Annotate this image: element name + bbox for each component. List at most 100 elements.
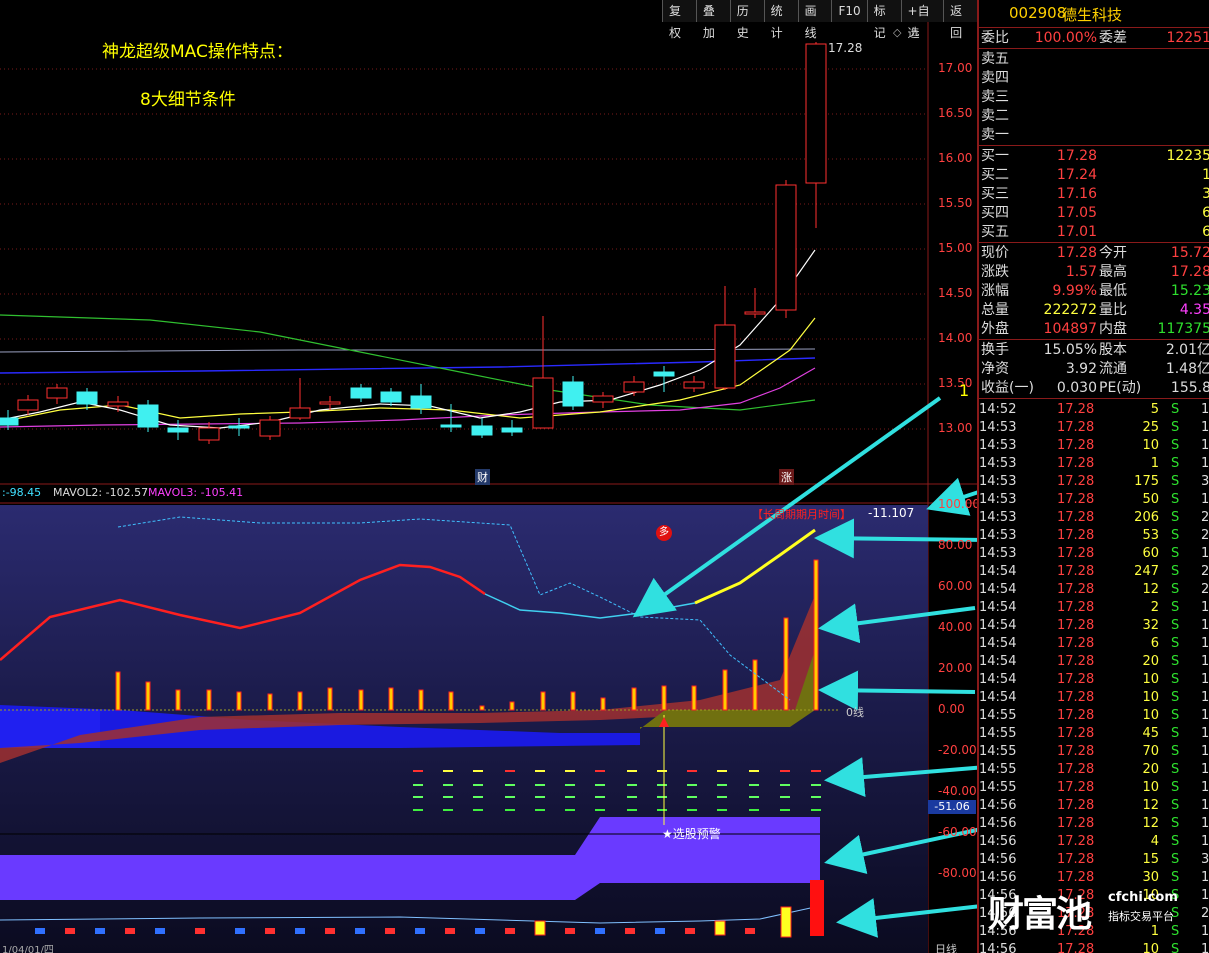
toolbar-history-button[interactable]: 历史	[729, 0, 764, 40]
period-label[interactable]: 日线	[935, 941, 957, 953]
toolbar-mark-button[interactable]: 标记	[866, 0, 901, 40]
price-axis-tick: 14.50	[938, 286, 973, 300]
stat-label: 总量	[981, 302, 1009, 318]
stat-value: 9.99%	[1052, 283, 1097, 299]
toolbar-add-watchlist-button[interactable]: +自选	[900, 0, 944, 40]
tick-time: 14:54	[979, 564, 1017, 579]
stat-value: 104897	[1043, 321, 1097, 337]
finance-marker[interactable]: 财	[475, 469, 490, 485]
toolbar-fuquan-button[interactable]: 复权	[662, 0, 696, 40]
fundamental-row: 换手 15.05% 股本 2.01亿	[981, 341, 1209, 360]
stat-value-2: 117375	[1157, 321, 1209, 337]
fundamental-value-2: 155.8	[1170, 380, 1209, 396]
tick-time: 14:52	[979, 402, 1017, 417]
buy-level-volume: 12235	[1166, 148, 1209, 164]
tick-row: 14:55 17.28 20 S 1	[979, 761, 1209, 779]
tick-time: 14:55	[979, 762, 1017, 777]
toolbar-overlay-button[interactable]: 叠加	[695, 0, 730, 40]
limit-up-marker[interactable]: 涨	[779, 469, 794, 485]
quote-stat-row: 涨幅 9.99% 最低 15.23	[981, 282, 1209, 301]
stat-value-2: 15.23	[1170, 283, 1209, 299]
tick-time: 14:53	[979, 492, 1017, 507]
tick-side: S	[1171, 492, 1180, 507]
toolbar-draw-line-button[interactable]: 画线	[797, 0, 832, 40]
chart-toolbar: 复权 叠加 历史 统计 画线 F10 标记 +自选 返回	[662, 0, 977, 40]
quote-stat-row: 现价 17.28 今开 15.72	[981, 244, 1209, 263]
mavol3-label: MAVOL3: -105.41	[148, 486, 244, 499]
tick-time: 14:56	[979, 834, 1017, 849]
indicator-axis-tick: -80.00	[938, 866, 977, 880]
tick-count: 2	[1201, 564, 1209, 579]
price-axis-tick: 17.00	[938, 61, 973, 75]
toolbar-back-button[interactable]: 返回	[943, 0, 977, 40]
stat-label-2: 今开	[1099, 245, 1127, 261]
tick-volume: 175	[1134, 474, 1159, 489]
indicator-axis-tick: 80.00	[938, 538, 973, 552]
toolbar-f10-button[interactable]: F10	[831, 0, 867, 22]
buy-level-label: 买二	[981, 167, 1009, 183]
tick-side: S	[1171, 672, 1180, 687]
stat-label-2: 内盘	[1099, 321, 1127, 337]
tick-price: 17.28	[1057, 564, 1095, 579]
stat-value: 17.28	[1056, 245, 1097, 261]
tick-price: 17.28	[1057, 690, 1095, 705]
price-axis-tick: 15.00	[938, 241, 973, 255]
tick-volume: 45	[1142, 726, 1159, 741]
tick-count: 1	[1201, 438, 1209, 453]
price-axis-tick: 15.50	[938, 196, 973, 210]
tick-volume: 60	[1142, 546, 1159, 561]
tick-volume: 32	[1142, 618, 1159, 633]
tick-count: 1	[1201, 834, 1209, 849]
tick-count: 1	[1201, 798, 1209, 813]
tick-volume: 6	[1150, 636, 1159, 651]
sell-level-row: 卖二	[981, 107, 1209, 126]
tick-price: 17.28	[1057, 708, 1095, 723]
stat-label: 涨幅	[981, 283, 1009, 299]
toolbar-stats-button[interactable]: 统计	[763, 0, 798, 40]
tick-volume: 206	[1134, 510, 1159, 525]
date-axis-label: 1/04/01/四	[2, 945, 54, 953]
tick-price: 17.28	[1057, 852, 1095, 867]
kline-chart-area[interactable]: 复权 叠加 历史 统计 画线 F10 标记 +自选 返回 神龙超级MAC操作特点…	[0, 0, 977, 953]
tick-row: 14:55 17.28 10 S 1	[979, 779, 1209, 797]
tick-row: 14:54 17.28 20 S 1	[979, 653, 1209, 671]
tick-count: 1	[1201, 492, 1209, 507]
sell-level-row: 卖五	[981, 50, 1209, 69]
tick-count: 1	[1201, 780, 1209, 795]
tick-time: 14:56	[979, 852, 1017, 867]
tick-volume: 10	[1142, 438, 1159, 453]
buy-level-row: 买三 17.16 3	[981, 185, 1209, 204]
tick-side: S	[1171, 582, 1180, 597]
tick-price: 17.28	[1057, 528, 1095, 543]
indicator-axis-tick: 60.00	[938, 579, 973, 593]
sell-level-label: 卖一	[981, 127, 1009, 143]
buy-level-volume: 6	[1131, 223, 1209, 242]
stat-value-2: 15.72	[1170, 245, 1209, 261]
stat-label-2: 最高	[1099, 264, 1127, 280]
tick-side: S	[1171, 600, 1180, 615]
tick-count: 1	[1201, 636, 1209, 651]
mavol2-label: MAVOL2: -102.57	[53, 486, 149, 499]
indicator-axis-tick: -40.00	[938, 784, 977, 798]
stock-name: 德生科技	[1062, 6, 1123, 24]
tick-time: 14:54	[979, 600, 1017, 615]
tick-time: 14:53	[979, 420, 1017, 435]
stat-label-2: 最低	[1099, 283, 1127, 299]
fundamental-label: 换手	[981, 342, 1009, 358]
tick-time: 14:54	[979, 618, 1017, 633]
tick-price: 17.28	[1057, 816, 1095, 831]
indicator-axis-tick: 40.00	[938, 620, 973, 634]
tick-count: 1	[1201, 942, 1209, 953]
tick-price: 17.28	[1057, 456, 1095, 471]
annotation-1: 1	[959, 381, 970, 400]
tick-side: S	[1171, 654, 1180, 669]
tick-row: 14:56 17.28 15 S 3	[979, 851, 1209, 869]
diamond-icon[interactable]: ◇	[893, 26, 901, 39]
tick-price: 17.28	[1057, 942, 1095, 953]
price-axis-tick: 14.00	[938, 331, 973, 345]
tick-volume: 12	[1142, 798, 1159, 813]
weibi-row: 委比 100.00% 委差 12251	[981, 29, 1209, 48]
annotation-arrow	[824, 757, 977, 797]
tick-time: 14:53	[979, 456, 1017, 471]
fundamental-label: 净资	[981, 361, 1009, 377]
